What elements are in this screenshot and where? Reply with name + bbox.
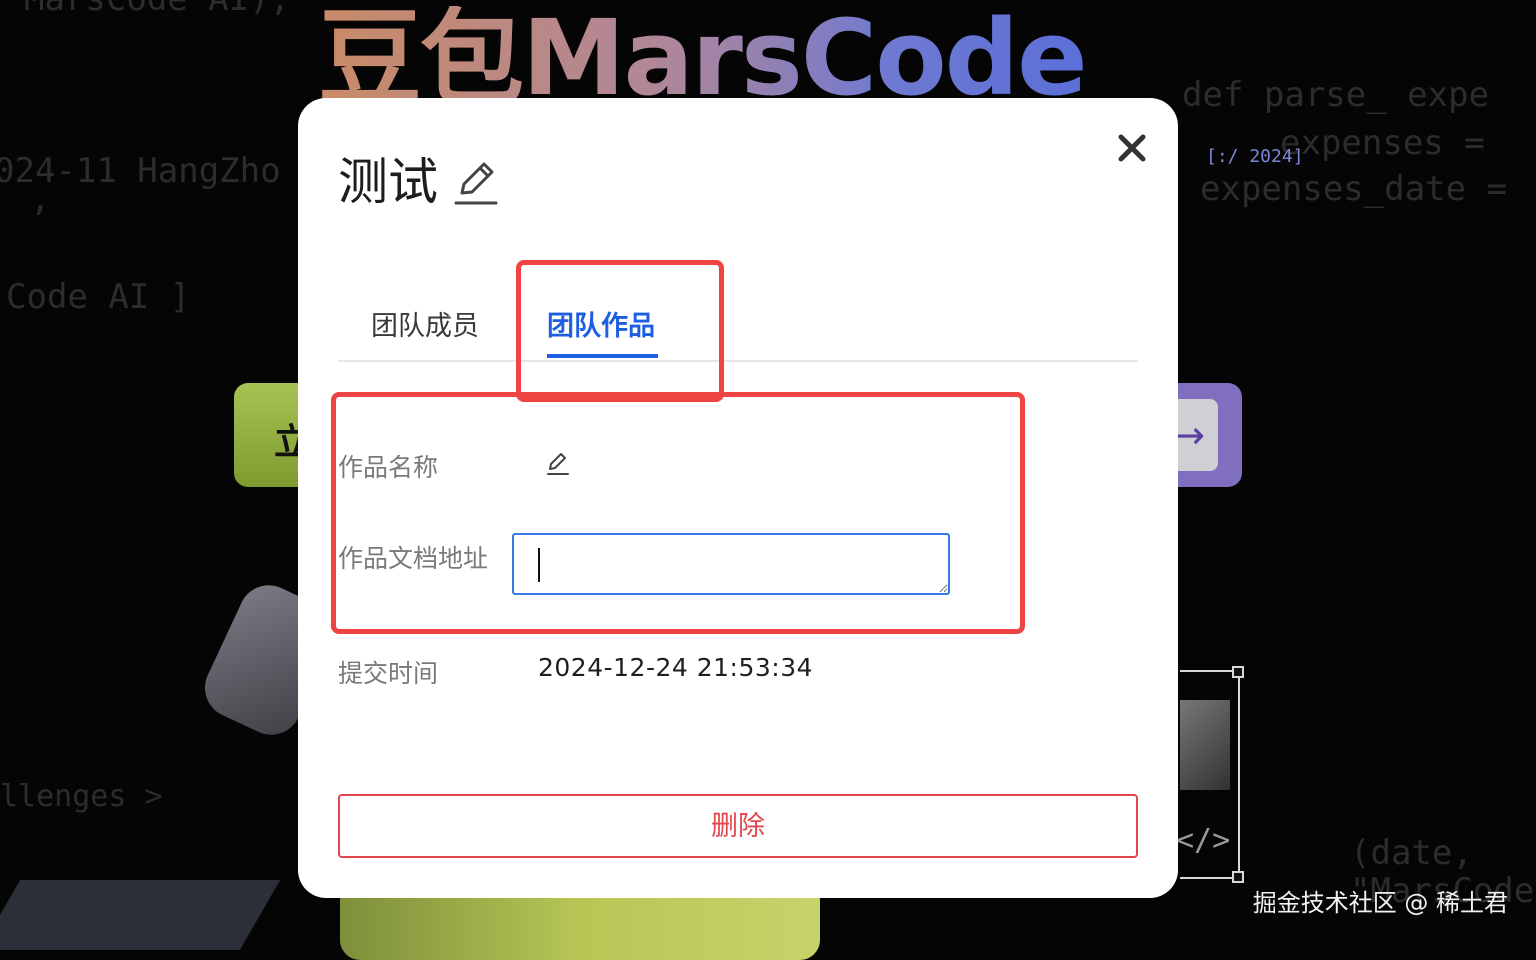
annotation-highlight-tab (516, 260, 724, 402)
year-tag: [:/ 2024] (1206, 146, 1304, 167)
submit-time-label: 提交时间 (338, 659, 439, 688)
bg-code-line: Code AI ] (6, 277, 191, 317)
brand-title: 豆包MarsCode (318, 0, 1088, 119)
bg-code-line: def parse_ expe (1182, 75, 1490, 115)
bg-code-line: llenges > (0, 779, 163, 814)
bg-code-line: expenses = (1280, 123, 1485, 163)
close-icon[interactable] (1116, 132, 1148, 164)
bg-code-line: MarsCode AI); (24, 0, 290, 16)
modal-title: 测试 (338, 153, 438, 211)
bg-code-line: expenses_date = (1200, 169, 1508, 209)
tab-team-members[interactable]: 团队成员 (371, 304, 479, 343)
code-tag-glyph: </> (1176, 823, 1231, 858)
bg-code-line: , (30, 179, 51, 219)
decorative-3d-shape (0, 880, 281, 950)
delete-button[interactable]: 删除 (338, 794, 1138, 858)
modal-header: 测试 (338, 152, 500, 212)
annotation-highlight-form (331, 392, 1025, 634)
submit-time-value: 2024-12-24 21:53:34 (538, 653, 814, 682)
edit-title-icon[interactable] (452, 157, 500, 207)
tab-bar: 团队成员 团队作品 (338, 294, 1138, 362)
bg-code-line: (date, (1350, 833, 1473, 873)
watermark: 掘金技术社区 @ 稀土君 (1252, 889, 1508, 917)
